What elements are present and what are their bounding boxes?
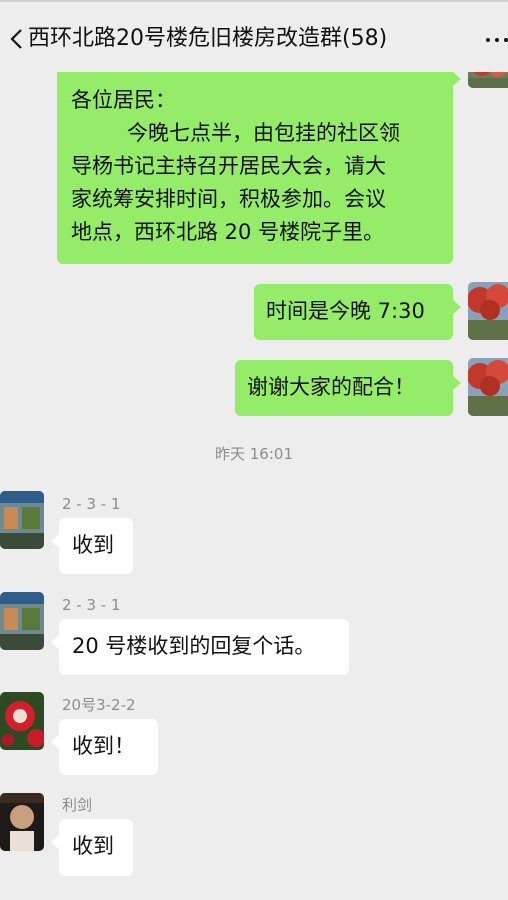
message-text: 20 号楼收到的回复个话。 — [72, 634, 316, 658]
sender-avatar[interactable] — [0, 592, 44, 650]
my-avatar[interactable] — [468, 282, 508, 340]
message-text: 收到！ — [72, 734, 135, 758]
notice-message-bubble[interactable]: 各位居民： 今晚七点半，由包挂的社区领 导杨书记主持召开居民大会，请大 家统筹安… — [57, 56, 461, 264]
notice-line: 家统筹安排时间，积极参加。会议 — [71, 187, 386, 211]
sender-avatar[interactable] — [0, 793, 44, 851]
sender-name: 20号3-2-2 — [62, 696, 136, 714]
sender-name: 2 - 3 - 1 — [62, 495, 121, 513]
my-avatar[interactable] — [468, 358, 508, 416]
sender-name: 利剑 — [62, 796, 93, 814]
received-message-bubble[interactable]: 收到 — [51, 518, 133, 574]
sent-message-bubble[interactable]: 谢谢大家的配合！ — [235, 360, 461, 416]
more-options-icon[interactable] — [486, 28, 508, 50]
notice-line: 地点，西环北路 20 号楼院子里。 — [71, 220, 385, 244]
message-text: 收到 — [72, 834, 114, 858]
received-message-bubble[interactable]: 收到！ — [51, 719, 158, 775]
notice-line: 今晚七点半，由包挂的社区领 — [127, 121, 400, 145]
message-text: 谢谢大家的配合！ — [247, 375, 415, 399]
message-timestamp: 昨天 16:01 — [215, 445, 293, 463]
message-text: 收到 — [72, 533, 114, 557]
notice-line: 导杨书记主持召开居民大会，请大 — [71, 154, 386, 178]
sent-message-bubble[interactable]: 时间是今晚 7:30 — [254, 284, 461, 340]
received-message-bubble[interactable]: 20 号楼收到的回复个话。 — [51, 619, 349, 675]
sender-avatar[interactable] — [0, 491, 44, 549]
chat-header: 西环北路20号楼危旧楼房改造群(58) — [0, 2, 508, 72]
sender-name: 2 - 3 - 1 — [62, 596, 121, 614]
received-message-bubble[interactable]: 收到 — [51, 819, 133, 876]
message-text: 时间是今晚 7:30 — [266, 299, 425, 323]
chat-title[interactable]: 西环北路20号楼危旧楼房改造群(58) — [28, 24, 387, 54]
back-arrow-icon[interactable] — [6, 24, 30, 54]
sender-avatar[interactable] — [0, 692, 44, 750]
notice-line: 各位居民： — [71, 88, 176, 112]
